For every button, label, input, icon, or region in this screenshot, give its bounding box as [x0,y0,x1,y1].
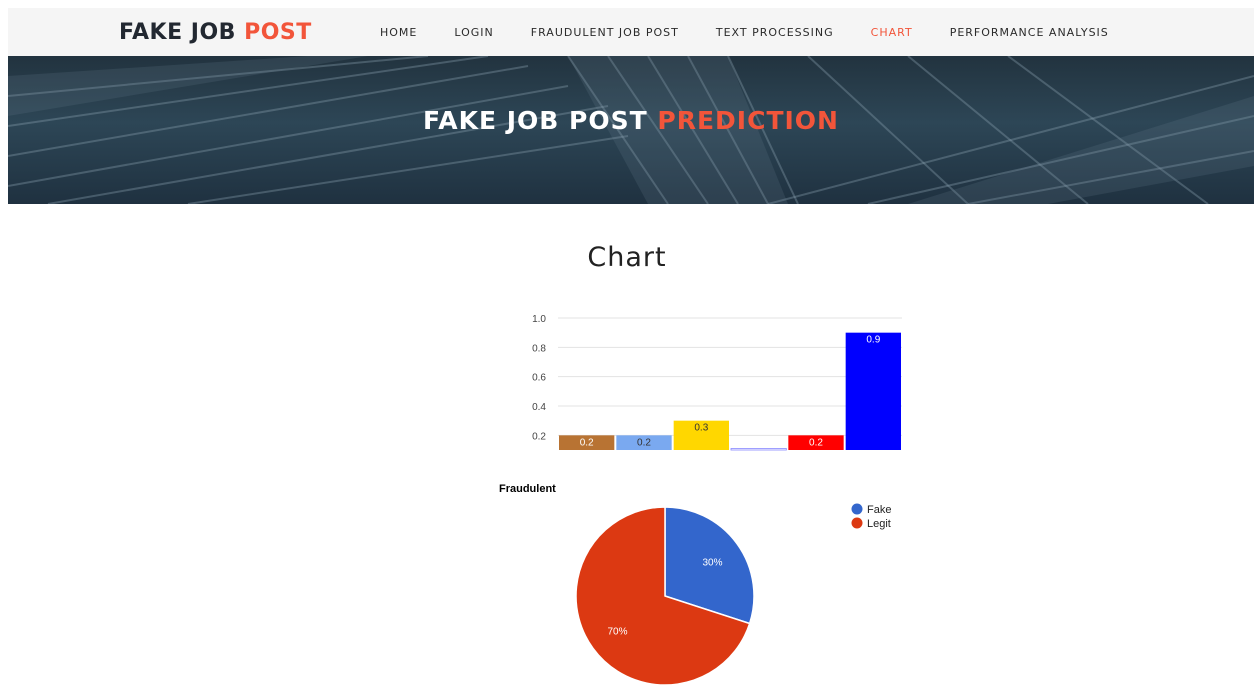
y-tick-label: 0.4 [532,402,546,413]
bar [730,448,787,451]
legend-marker [851,503,863,515]
bar-data-label: 0.2 [637,437,651,448]
bar-data-label: 0.2 [580,437,594,448]
y-tick-label: 0.2 [532,431,546,442]
bar [845,332,901,450]
hero-title-main: FAKE JOB POST [423,106,658,135]
bar-chart: 0.2 0.4 0.6 0.8 1.0 0.2 0.2 0.3 0.2 0.9 [532,314,902,451]
nav-fraudulent-job-post[interactable]: FRAUDULENT JOB POST [531,26,679,39]
pie-chart: Fraudulent 30% 70% Fake Legit [499,483,891,686]
hero-title-accent: PREDICTION [657,106,839,135]
pie-slice-label: 30% [703,557,723,568]
page-title: Chart [587,242,667,273]
bar-data-label: 0.3 [694,423,708,434]
brand-logo[interactable]: FAKE JOB POST [119,20,312,45]
bar-data-label: 0.9 [866,335,880,346]
y-tick-label: 0.8 [532,343,546,354]
nav-login[interactable]: LOGIN [454,26,493,39]
hero-banner: FAKE JOB POST PREDICTION [8,56,1254,204]
legend-label: Fake [867,504,891,516]
navbar: FAKE JOB POST HOME LOGIN FRAUDULENT JOB PO… [8,8,1254,56]
legend-label: Legit [867,518,891,530]
y-tick-label: 0.6 [532,373,546,384]
pie-title: Fraudulent [499,483,556,495]
nav-home[interactable]: HOME [380,26,417,39]
legend-marker [851,517,863,529]
nav-text-processing[interactable]: TEXT PROCESSING [716,26,834,39]
y-tick-label: 1.0 [532,314,546,325]
nav-chart[interactable]: CHART [871,26,913,39]
pie-slice-label: 70% [607,627,627,638]
nav-performance-analysis[interactable]: PERFORMANCE ANALYSIS [950,26,1109,39]
hero-title: FAKE JOB POST PREDICTION [8,106,1254,135]
brand-text-main: FAKE JOB [119,20,245,45]
bar-data-label: 0.2 [809,437,823,448]
main-nav: HOME LOGIN FRAUDULENT JOB POST TEXT PROCESS… [380,8,1146,56]
brand-text-accent: POST [244,20,312,45]
